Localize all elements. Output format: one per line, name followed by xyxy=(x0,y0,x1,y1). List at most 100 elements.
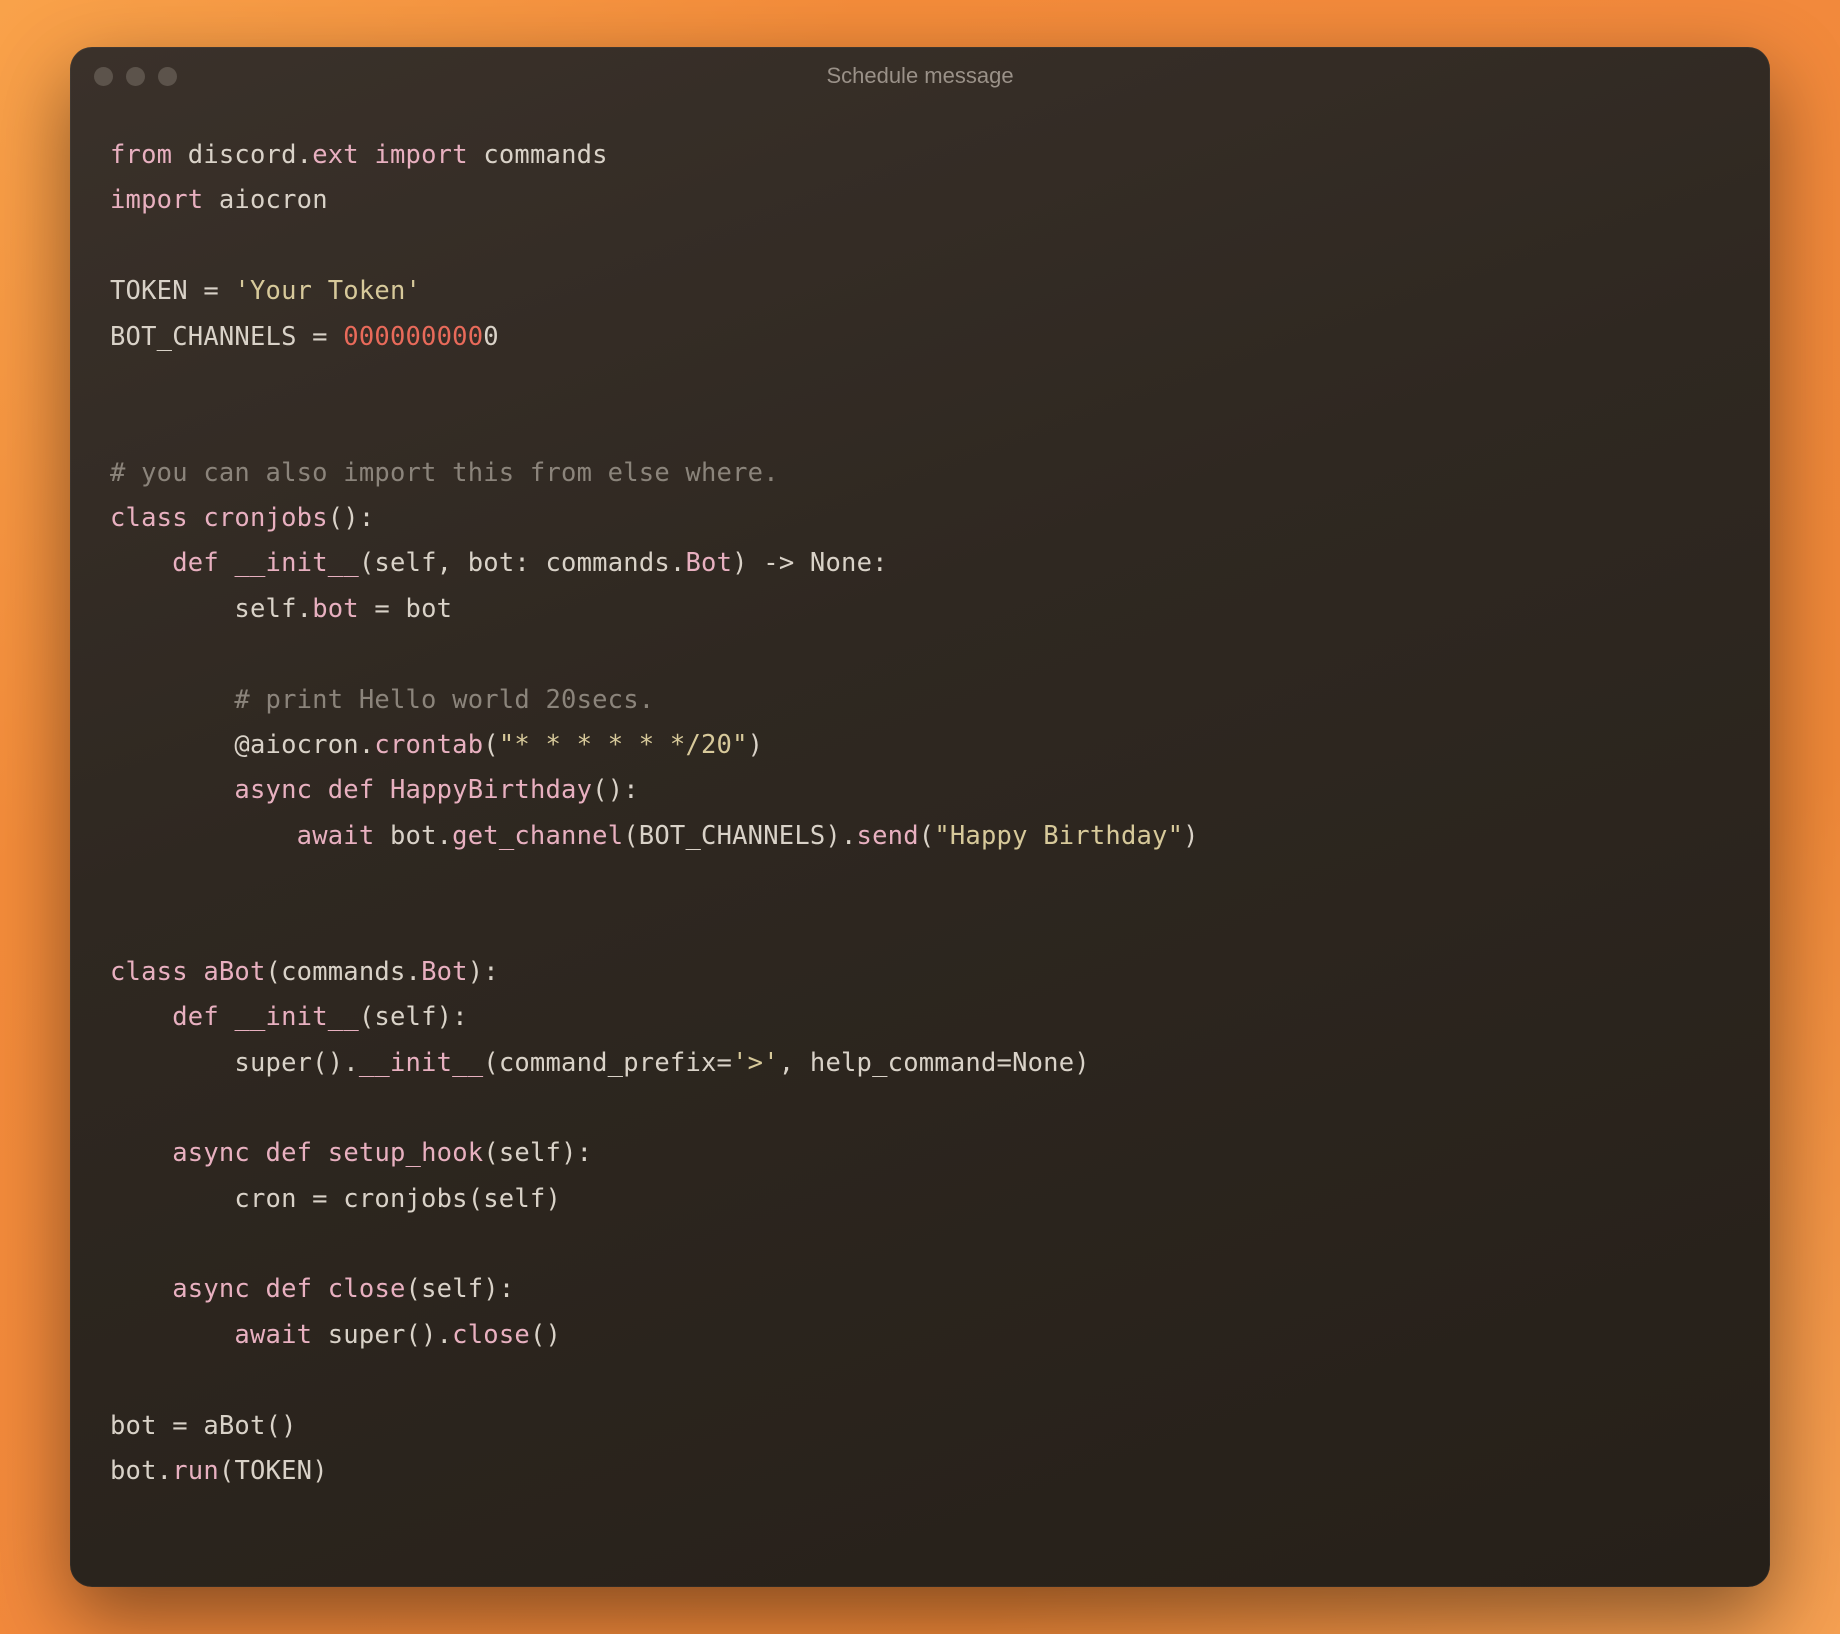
code-token: 0 xyxy=(483,322,499,352)
code-token: super(). xyxy=(312,1320,452,1350)
code-token: = bot xyxy=(359,594,452,624)
code-token: setup_hook xyxy=(328,1138,484,1168)
code-token: run xyxy=(172,1456,219,1486)
code-token: (self): xyxy=(406,1274,515,1304)
code-token xyxy=(250,1274,266,1304)
code-token: super(). xyxy=(110,1048,359,1078)
code-token xyxy=(110,1320,234,1350)
code-token: (command_prefix= xyxy=(483,1048,732,1078)
code-token xyxy=(110,1002,172,1032)
code-token: async xyxy=(172,1274,250,1304)
code-token xyxy=(188,503,204,533)
code-token: TOKEN = xyxy=(110,276,234,306)
code-token: ( xyxy=(919,821,935,851)
code-comment: # you can also import this from else whe… xyxy=(110,458,779,488)
code-token xyxy=(219,1002,235,1032)
code-token: class xyxy=(110,503,188,533)
code-token: . xyxy=(297,140,313,170)
code-token: bot xyxy=(312,594,359,624)
code-token: __init__ xyxy=(234,548,358,578)
code-token: BOT_CHANNELS = xyxy=(110,322,343,352)
code-token: ( xyxy=(483,730,499,760)
code-token xyxy=(110,548,172,578)
code-token xyxy=(250,1138,266,1168)
code-token: import xyxy=(110,185,203,215)
maximize-icon[interactable] xyxy=(158,67,177,86)
minimize-icon[interactable] xyxy=(126,67,145,86)
code-token: bot. xyxy=(110,1456,172,1486)
code-token: async xyxy=(172,1138,250,1168)
code-token: await xyxy=(297,821,375,851)
code-token: HappyBirthday xyxy=(390,775,592,805)
code-token: ): xyxy=(468,957,499,987)
code-token: (): xyxy=(592,775,639,805)
code-window: Schedule message from discord.ext import… xyxy=(70,47,1770,1587)
code-token: import xyxy=(374,140,467,170)
code-token: (BOT_CHANNELS). xyxy=(623,821,856,851)
code-token xyxy=(110,685,234,715)
code-token: (TOKEN) xyxy=(219,1456,328,1486)
code-token xyxy=(374,775,390,805)
code-token: bot. xyxy=(374,821,452,851)
code-token: async xyxy=(234,775,312,805)
close-icon[interactable] xyxy=(94,67,113,86)
code-token: send xyxy=(857,821,919,851)
code-token: , help_command=None) xyxy=(779,1048,1090,1078)
code-token: '>' xyxy=(732,1048,779,1078)
code-token: def xyxy=(266,1274,313,1304)
code-token: Bot xyxy=(421,957,468,987)
code-token xyxy=(312,1274,328,1304)
code-token: ext xyxy=(312,140,359,170)
code-token xyxy=(110,775,234,805)
code-token: @aiocron. xyxy=(110,730,374,760)
code-token: discord xyxy=(172,140,296,170)
code-token: self. xyxy=(110,594,312,624)
code-token: crontab xyxy=(374,730,483,760)
code-token: __init__ xyxy=(359,1048,483,1078)
code-token: cronjobs xyxy=(203,503,327,533)
code-comment: # print Hello world 20secs. xyxy=(234,685,654,715)
code-token: Bot xyxy=(685,548,732,578)
code-token: aBot xyxy=(203,957,265,987)
code-token: 'Your Token' xyxy=(234,276,421,306)
code-token: close xyxy=(328,1274,406,1304)
code-token: (self): xyxy=(359,1002,468,1032)
code-token: __init__ xyxy=(234,1002,358,1032)
code-token: commands xyxy=(468,140,608,170)
code-token: 000000000 xyxy=(343,322,483,352)
code-token: close xyxy=(452,1320,530,1350)
traffic-lights xyxy=(94,67,177,86)
code-token xyxy=(312,1138,328,1168)
code-token: from xyxy=(110,140,172,170)
code-content[interactable]: from discord.ext import commands import … xyxy=(70,105,1770,1534)
code-token: (commands. xyxy=(266,957,422,987)
code-token: def xyxy=(328,775,375,805)
code-token: get_channel xyxy=(452,821,623,851)
code-token: (self): xyxy=(483,1138,592,1168)
code-token xyxy=(188,957,204,987)
code-token: def xyxy=(172,1002,219,1032)
code-token xyxy=(312,775,328,805)
code-token xyxy=(110,821,297,851)
code-token: class xyxy=(110,957,188,987)
code-token: (): xyxy=(328,503,375,533)
code-token: "* * * * * */20" xyxy=(499,730,748,760)
code-token: aiocron xyxy=(203,185,327,215)
code-token: (self, bot: commands. xyxy=(359,548,686,578)
code-token: cron = cronjobs(self) xyxy=(110,1184,561,1214)
code-token xyxy=(359,140,375,170)
code-token: "Happy Birthday" xyxy=(934,821,1183,851)
titlebar: Schedule message xyxy=(70,47,1770,105)
window-title: Schedule message xyxy=(70,63,1770,89)
code-token xyxy=(110,1274,172,1304)
code-token: def xyxy=(172,548,219,578)
code-token: () xyxy=(530,1320,561,1350)
code-token: bot = aBot() xyxy=(110,1411,297,1441)
code-token: ) xyxy=(1183,821,1199,851)
code-token xyxy=(110,1138,172,1168)
code-token: ) xyxy=(748,730,764,760)
code-token: ) -> None: xyxy=(732,548,888,578)
code-token: def xyxy=(266,1138,313,1168)
code-token xyxy=(219,548,235,578)
code-token: await xyxy=(234,1320,312,1350)
